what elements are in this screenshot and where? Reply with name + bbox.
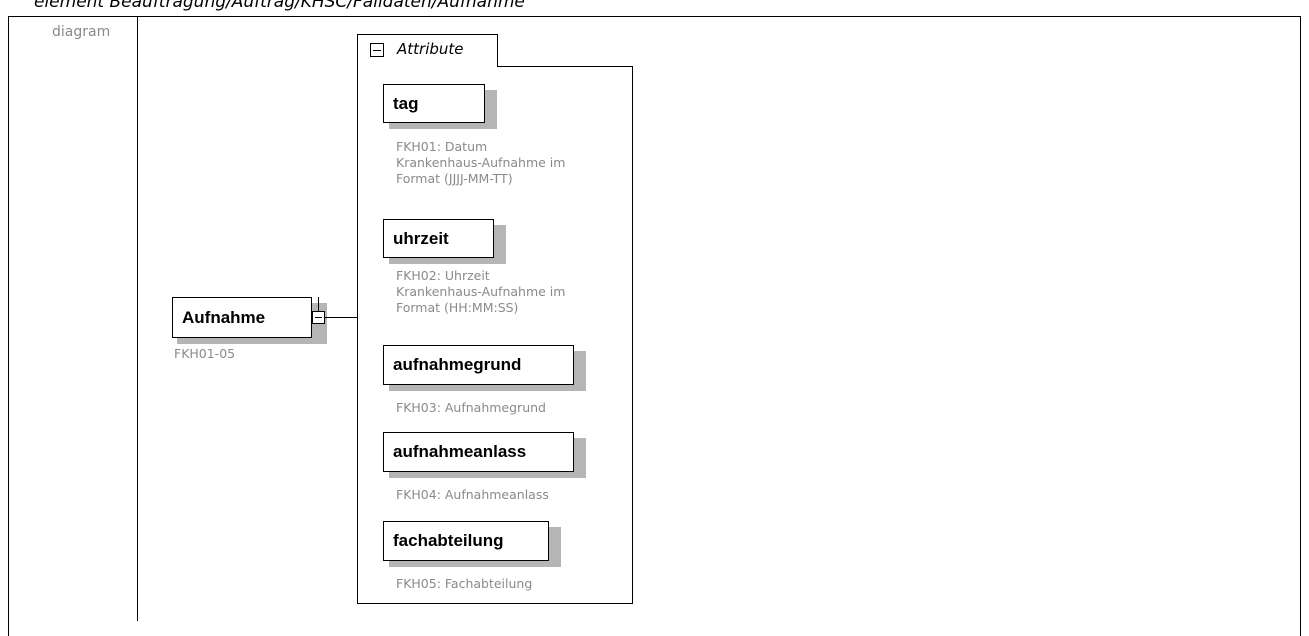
attribute-name: fachabteilung [393,531,504,550]
attribute-description: FKH02: Uhrzeit Krankenhaus-Aufnahme im F… [396,268,566,315]
attribute-name: uhrzeit [393,228,449,248]
collapse-icon[interactable] [312,311,325,324]
attribute-description: FKH05: Fachabteilung [396,576,533,591]
attribute-description: FKH04: Aufnahmeanlass [396,487,549,502]
connector-line [318,297,319,311]
attribute-name: aufnahmeanlass [393,442,527,461]
collapse-icon[interactable] [370,43,384,57]
attribute-description: FKH03: Aufnahmegrund [396,400,546,415]
connector-line [325,317,357,318]
attribute-uhrzeit[interactable]: uhrzeit [383,219,494,258]
attribute-tag[interactable]: tag [383,84,485,123]
root-element-description: FKH01-05 [174,346,236,361]
attribute-name: aufnahmegrund [393,355,522,374]
attribute-fachabteilung[interactable]: fachabteilung [383,521,549,561]
attribute-aufnahmeanlass[interactable]: aufnahmeanlass [383,432,574,472]
attribute-aufnahmegrund[interactable]: aufnahmegrund [383,345,574,385]
page-title: element Beauftragung/Auftrag/KHSC/Fallda… [34,0,525,12]
root-element-name: Aufnahme [182,307,266,327]
row-label-diagram: diagram [52,24,111,40]
root-element-aufnahme[interactable]: Aufnahme [172,297,312,338]
column-divider [137,16,138,621]
attribute-description: FKH01: Datum Krankenhaus-Aufnahme im For… [396,139,566,186]
attribute-group-label: Attribute [397,40,464,58]
attribute-name: tag [393,93,419,113]
